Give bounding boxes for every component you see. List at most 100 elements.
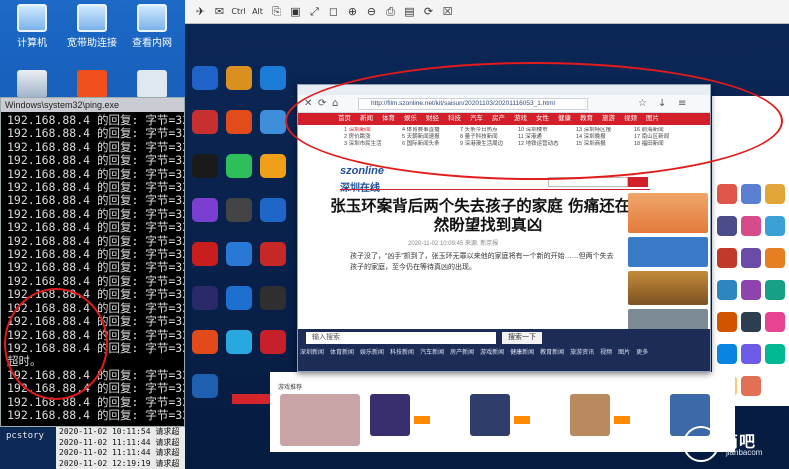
close-session-icon[interactable]: ☒ bbox=[440, 4, 455, 19]
nav-item[interactable]: 首页 bbox=[338, 115, 351, 122]
desktop-app-icon[interactable] bbox=[192, 110, 218, 134]
desktop-app-icon[interactable] bbox=[260, 110, 286, 134]
nav-item[interactable]: 旅游 bbox=[602, 115, 615, 122]
nav-item[interactable]: 健康 bbox=[558, 115, 571, 122]
nav-item[interactable]: 房产 bbox=[492, 115, 505, 122]
quick-link[interactable]: 9 深港澳生活周边 bbox=[460, 141, 518, 148]
desktop-app-icon[interactable] bbox=[226, 154, 252, 178]
url-input[interactable]: http://film.szonline.net/kit/saisun/2020… bbox=[358, 98, 588, 110]
refresh-icon[interactable]: ⟳ bbox=[421, 4, 436, 19]
desktop-icon-settings[interactable] bbox=[62, 70, 122, 100]
quick-link[interactable]: 6 国际新闻头条 bbox=[402, 141, 460, 148]
nav-item[interactable]: 财经 bbox=[426, 115, 439, 122]
menu-icon[interactable]: ≡ bbox=[678, 98, 686, 109]
bottom-link[interactable]: 房产新闻 bbox=[450, 350, 474, 356]
ad-banner[interactable] bbox=[628, 193, 708, 233]
desktop-app-icon[interactable] bbox=[260, 66, 286, 90]
site-search-input[interactable] bbox=[548, 177, 628, 187]
desktop-app-icon[interactable] bbox=[226, 110, 252, 134]
nav-item[interactable]: 图片 bbox=[646, 115, 659, 122]
ad-banner[interactable] bbox=[628, 271, 708, 305]
desktop-app-icon[interactable] bbox=[192, 330, 218, 354]
desktop-app-icon[interactable] bbox=[260, 198, 286, 222]
file-icon[interactable]: ▤ bbox=[402, 4, 417, 19]
bottom-search-input[interactable]: 输入搜索 bbox=[306, 332, 496, 344]
ping-console-window[interactable]: Windows\system32\ping.exe 192.168.88.4 的… bbox=[0, 97, 185, 427]
alt-key-button[interactable]: Alt bbox=[250, 4, 265, 19]
bottom-link[interactable]: 教育新闻 bbox=[540, 350, 564, 356]
site-logo[interactable]: szonline bbox=[340, 165, 384, 177]
desktop-app-icon[interactable] bbox=[192, 66, 218, 90]
bottom-link[interactable]: 游戏新闻 bbox=[480, 350, 504, 356]
bottom-link[interactable]: 健康新闻 bbox=[510, 350, 534, 356]
nav-item[interactable]: 教育 bbox=[580, 115, 593, 122]
nav-item[interactable]: 视频 bbox=[624, 115, 637, 122]
desktop-icon-document[interactable] bbox=[122, 70, 182, 100]
desktop-icon-recycle-bin[interactable] bbox=[2, 70, 62, 100]
fit-icon[interactable]: ◻ bbox=[326, 4, 341, 19]
desktop-app-icon[interactable] bbox=[226, 330, 252, 354]
ad-banner[interactable] bbox=[628, 237, 708, 267]
refresh-icon[interactable]: ⟳ bbox=[318, 98, 326, 109]
quick-link[interactable]: 12 地铁运营动态 bbox=[518, 141, 576, 148]
desktop-app-icon[interactable] bbox=[192, 242, 218, 266]
bottom-link[interactable]: 科技新闻 bbox=[390, 350, 414, 356]
desktop-app-icon[interactable] bbox=[226, 66, 252, 90]
desktop-app-icon[interactable] bbox=[192, 198, 218, 222]
bottom-link[interactable]: 视频 bbox=[600, 350, 612, 356]
desktop-icon-monitor[interactable]: 查看内网 bbox=[122, 4, 182, 49]
quick-link[interactable]: 18 福田新闻 bbox=[634, 141, 692, 148]
game-start-button[interactable] bbox=[614, 416, 630, 424]
bottom-link[interactable]: 更多 bbox=[636, 350, 648, 356]
quick-link[interactable]: 3 深圳市民生活 bbox=[344, 141, 402, 148]
mail-icon[interactable]: ✉ bbox=[212, 4, 227, 19]
bottom-search-button[interactable]: 搜索一下 bbox=[502, 332, 542, 344]
bottom-link[interactable]: 汽车新闻 bbox=[420, 350, 444, 356]
screen-icon[interactable]: ▣ bbox=[288, 4, 303, 19]
quick-link[interactable]: 15 深圳商报 bbox=[576, 141, 634, 148]
desktop-app-icon[interactable] bbox=[192, 154, 218, 178]
browser-window[interactable]: ✕ ⟳ ⌂ http://film.szonline.net/kit/saisu… bbox=[297, 84, 711, 372]
desktop-app-icon[interactable] bbox=[260, 330, 286, 354]
nav-item[interactable]: 娱乐 bbox=[404, 115, 417, 122]
send-icon[interactable]: ✈ bbox=[193, 4, 208, 19]
download-icon[interactable]: ↓ bbox=[658, 98, 666, 109]
desktop-app-icon[interactable] bbox=[226, 286, 252, 310]
bottom-link[interactable]: 图片 bbox=[618, 350, 630, 356]
copy-icon[interactable]: ⎘ bbox=[269, 4, 284, 19]
favorite-icon[interactable]: ☆ bbox=[638, 98, 647, 109]
nav-item[interactable]: 汽车 bbox=[470, 115, 483, 122]
bottom-link[interactable]: 娱乐新闻 bbox=[360, 350, 384, 356]
nav-item[interactable]: 科技 bbox=[448, 115, 461, 122]
bottom-link[interactable]: 深圳新闻 bbox=[300, 350, 324, 356]
back-icon[interactable]: ✕ bbox=[304, 98, 312, 109]
desktop-app-icon[interactable] bbox=[260, 154, 286, 178]
nav-item[interactable]: 女性 bbox=[536, 115, 549, 122]
bottom-link[interactable]: 旅游资讯 bbox=[570, 350, 594, 356]
desktop-icon-network[interactable]: 宽带助连接 bbox=[62, 4, 122, 49]
desktop-app-icon[interactable] bbox=[260, 286, 286, 310]
bottom-link[interactable]: 体育新闻 bbox=[330, 350, 354, 356]
nav-item[interactable]: 游戏 bbox=[514, 115, 527, 122]
desktop-app-icon[interactable] bbox=[226, 242, 252, 266]
zoom-in-icon[interactable]: ⊕ bbox=[345, 4, 360, 19]
site-search-button[interactable] bbox=[628, 177, 648, 187]
fullscreen-icon[interactable]: ⤢ bbox=[307, 4, 322, 19]
desktop-app-icon[interactable] bbox=[192, 374, 218, 398]
home-icon[interactable]: ⌂ bbox=[332, 98, 338, 109]
game-thumb[interactable] bbox=[470, 394, 510, 436]
game-thumb[interactable] bbox=[370, 394, 410, 436]
ctrl-key-button[interactable]: Ctrl bbox=[231, 4, 246, 19]
game-banner[interactable] bbox=[280, 394, 360, 446]
print-icon[interactable]: ⎙ bbox=[383, 4, 398, 19]
desktop-icon-computer[interactable]: 计算机 bbox=[2, 4, 62, 49]
nav-item[interactable]: 新闻 bbox=[360, 115, 373, 122]
game-start-button[interactable] bbox=[514, 416, 530, 424]
game-thumb[interactable] bbox=[570, 394, 610, 436]
game-start-button[interactable] bbox=[414, 416, 430, 424]
nav-item[interactable]: 体育 bbox=[382, 115, 395, 122]
desktop-app-icon[interactable] bbox=[260, 242, 286, 266]
desktop-app-icon[interactable] bbox=[226, 198, 252, 222]
desktop-app-icon[interactable] bbox=[192, 286, 218, 310]
zoom-out-icon[interactable]: ⊖ bbox=[364, 4, 379, 19]
